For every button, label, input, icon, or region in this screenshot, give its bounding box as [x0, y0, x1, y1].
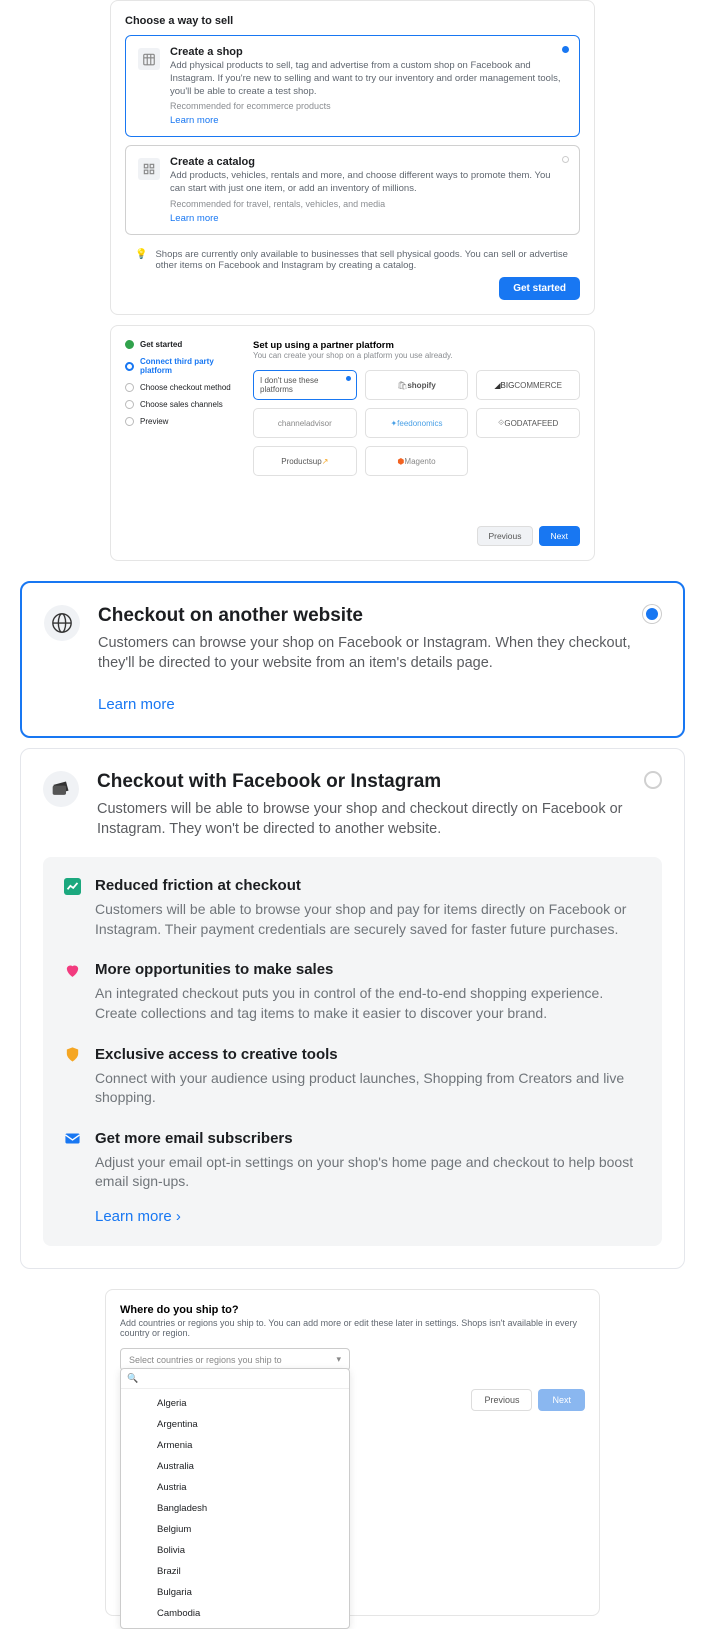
platform-shopify[interactable]: 🛍 shopify	[365, 370, 469, 400]
checkout-fb-features: Reduced friction at checkout Customers w…	[43, 857, 662, 1246]
platform-godatafeed[interactable]: ⟐ GODATAFEED	[476, 408, 580, 438]
ship-country-list: AlgeriaArgentinaArmeniaAustraliaAustriaB…	[121, 1389, 349, 1628]
create-catalog-title: Create a catalog	[170, 156, 567, 168]
checkout-fb-learn[interactable]: Learn more ›	[95, 1208, 181, 1225]
chart-icon	[63, 877, 81, 895]
platform-previous-button[interactable]: Previous	[477, 526, 532, 546]
create-shop-radio[interactable]	[562, 46, 569, 53]
create-shop-title: Create a shop	[170, 46, 567, 58]
checkout-website-card[interactable]: Checkout on another website Customers ca…	[20, 581, 685, 738]
heart-icon	[63, 961, 81, 979]
create-shop-rec: Recommended for ecommerce products	[170, 101, 567, 111]
feat1-title: Reduced friction at checkout	[95, 877, 642, 894]
create-shop-desc: Add physical products to sell, tag and a…	[170, 60, 567, 98]
create-shop-card[interactable]: Create a shop Add physical products to s…	[125, 35, 580, 137]
ship-country-item[interactable]: Bolivia	[121, 1540, 349, 1561]
ship-country-item[interactable]: Cambodia	[121, 1603, 349, 1624]
checkout-website-learn[interactable]: Learn more	[98, 696, 175, 713]
checkout-website-radio[interactable]	[643, 605, 661, 623]
create-catalog-rec: Recommended for travel, rentals, vehicle…	[170, 199, 567, 209]
ship-dropdown: 🔍 AlgeriaArgentinaArmeniaAustraliaAustri…	[120, 1368, 350, 1629]
card-icon	[43, 771, 79, 807]
platform-magento[interactable]: ⬢ Magento	[365, 446, 469, 476]
ship-search-row: 🔍	[121, 1369, 349, 1389]
platform-setup-panel: Get started Connect third party platform…	[110, 325, 595, 561]
feat3-desc: Connect with your audience using product…	[95, 1069, 642, 1108]
create-shop-learn[interactable]: Learn more	[170, 115, 567, 126]
step-checkout-method[interactable]: Choose checkout method	[125, 383, 235, 392]
platform-feedonomics[interactable]: ✦ feedonomics	[365, 408, 469, 438]
ship-search-input[interactable]	[142, 1374, 343, 1384]
platform-productsup[interactable]: Productsup↗	[253, 446, 357, 476]
platform-title: Set up using a partner platform	[253, 340, 580, 351]
checkout-fb-title: Checkout with Facebook or Instagram	[97, 771, 626, 793]
choose-sell-heading: Choose a way to sell	[125, 15, 580, 27]
step-sales-channels[interactable]: Choose sales channels	[125, 400, 235, 409]
ship-country-item[interactable]: Austria	[121, 1477, 349, 1498]
mail-icon	[63, 1130, 81, 1148]
chevron-right-icon: ›	[176, 1208, 181, 1225]
ship-placeholder: Select countries or regions you ship to	[129, 1355, 282, 1365]
platform-sub: You can create your shop on a platform y…	[253, 351, 580, 360]
sell-note-text: Shops are currently only available to bu…	[155, 249, 570, 271]
catalog-icon	[138, 158, 160, 180]
checkout-website-desc: Customers can browse your shop on Facebo…	[98, 633, 661, 674]
create-catalog-card[interactable]: Create a catalog Add products, vehicles,…	[125, 145, 580, 235]
feat4-title: Get more email subscribers	[95, 1130, 642, 1147]
ship-title: Where do you ship to?	[120, 1304, 585, 1316]
ship-country-item[interactable]: Brazil	[121, 1561, 349, 1582]
feat3-title: Exclusive access to creative tools	[95, 1046, 642, 1063]
platform-channeladvisor[interactable]: channeladvisor	[253, 408, 357, 438]
caret-down-icon: ▾	[336, 1354, 341, 1365]
ship-country-item[interactable]: Bangladesh	[121, 1498, 349, 1519]
ship-panel: Where do you ship to? Add countries or r…	[105, 1289, 600, 1616]
platform-grid: I don't use these platforms 🛍 shopify ◢B…	[253, 370, 580, 476]
create-catalog-desc: Add products, vehicles, rentals and more…	[170, 170, 567, 196]
checkout-website-title: Checkout on another website	[98, 605, 661, 627]
checkout-fb-card[interactable]: Checkout with Facebook or Instagram Cust…	[20, 748, 685, 1269]
choose-sell-panel: Choose a way to sell Create a shop Add p…	[110, 0, 595, 315]
platform-none[interactable]: I don't use these platforms	[253, 370, 357, 400]
shop-icon	[138, 48, 160, 70]
feat2-title: More opportunities to make sales	[95, 961, 642, 978]
feat2-desc: An integrated checkout puts you in contr…	[95, 984, 642, 1023]
platform-next-button[interactable]: Next	[539, 526, 580, 546]
create-catalog-learn[interactable]: Learn more	[170, 213, 567, 224]
step-get-started[interactable]: Get started	[125, 340, 235, 349]
setup-steps: Get started Connect third party platform…	[125, 340, 235, 546]
ship-country-item[interactable]: Argentina	[121, 1414, 349, 1435]
ship-country-item[interactable]: Armenia	[121, 1435, 349, 1456]
checkout-fb-radio[interactable]	[644, 771, 662, 789]
search-icon: 🔍	[127, 1373, 138, 1384]
feat4-desc: Adjust your email opt-in settings on you…	[95, 1153, 642, 1192]
get-started-button[interactable]: Get started	[499, 277, 580, 300]
checkout-fb-desc: Customers will be able to browse your sh…	[97, 799, 626, 840]
shield-icon	[63, 1046, 81, 1064]
ship-next-button[interactable]: Next	[538, 1389, 585, 1411]
ship-country-item[interactable]: Algeria	[121, 1393, 349, 1414]
sell-note: 💡 Shops are currently only available to …	[125, 243, 580, 277]
ship-previous-button[interactable]: Previous	[471, 1389, 532, 1411]
ship-country-item[interactable]: Belgium	[121, 1519, 349, 1540]
step-connect-platform[interactable]: Connect third party platform	[125, 357, 235, 375]
step-preview[interactable]: Preview	[125, 417, 235, 426]
feat1-desc: Customers will be able to browse your sh…	[95, 900, 642, 939]
ship-country-item[interactable]: Australia	[121, 1456, 349, 1477]
lightbulb-icon: 💡	[135, 249, 147, 271]
create-catalog-radio[interactable]	[562, 156, 569, 163]
globe-icon	[44, 605, 80, 641]
ship-sub: Add countries or regions you ship to. Yo…	[120, 1318, 585, 1338]
platform-bigcommerce[interactable]: ◢BIGCOMMERCE	[476, 370, 580, 400]
